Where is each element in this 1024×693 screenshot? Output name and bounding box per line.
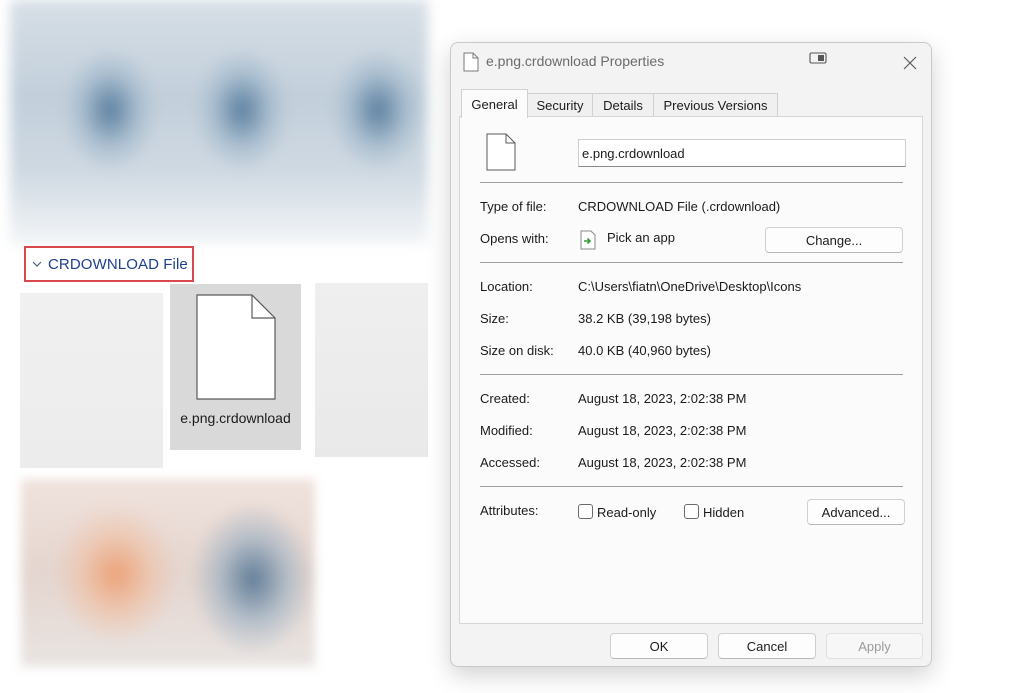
type-of-file-value: CRDOWNLOAD File (.crdownload): [578, 199, 781, 214]
size-on-disk-value: 40.0 KB (40,960 bytes): [578, 343, 711, 358]
change-button[interactable]: Change...: [765, 227, 903, 253]
location-label: Location:: [480, 279, 533, 294]
blurred-thumbnail-bottom[interactable]: [21, 479, 315, 667]
accessed-value: August 18, 2023, 2:02:38 PM: [578, 455, 747, 470]
read-only-checkbox[interactable]: [578, 504, 593, 519]
size-on-disk-label: Size on disk:: [480, 343, 554, 358]
group-header-crdownload[interactable]: CRDOWNLOAD File: [24, 246, 194, 282]
cancel-button[interactable]: Cancel: [718, 633, 816, 659]
divider: [480, 486, 903, 487]
group-header-label: CRDOWNLOAD File: [48, 255, 188, 273]
close-button[interactable]: [893, 49, 927, 77]
hidden-label[interactable]: Hidden: [703, 505, 744, 520]
divider: [480, 374, 903, 375]
tab-previous-versions[interactable]: Previous Versions: [653, 93, 778, 117]
explorer-view: CRDOWNLOAD File e.png.crdownload: [0, 0, 440, 693]
file-tile-selected[interactable]: e.png.crdownload: [170, 284, 301, 450]
accessed-label: Accessed:: [480, 455, 540, 470]
advanced-button[interactable]: Advanced...: [807, 499, 905, 525]
snap-layout-icon[interactable]: [809, 52, 827, 66]
blurred-thumbnail-top: [10, 0, 428, 244]
type-of-file-label: Type of file:: [480, 199, 547, 214]
file-type-icon: [486, 133, 516, 171]
divider: [480, 262, 903, 263]
location-value: C:\Users\fiatn\OneDrive\Desktop\Icons: [578, 279, 802, 294]
file-name-field[interactable]: [578, 139, 906, 167]
tab-details[interactable]: Details: [592, 93, 654, 117]
hidden-checkbox[interactable]: [684, 504, 699, 519]
modified-value: August 18, 2023, 2:02:38 PM: [578, 423, 747, 438]
ok-button[interactable]: OK: [610, 633, 708, 659]
size-label: Size:: [480, 311, 509, 326]
pick-app-icon: [580, 230, 596, 250]
size-value: 38.2 KB (39,198 bytes): [578, 311, 711, 326]
created-value: August 18, 2023, 2:02:38 PM: [578, 391, 747, 406]
close-icon: [903, 56, 917, 70]
dialog-title: e.png.crdownload Properties: [486, 53, 665, 69]
title-bar[interactable]: e.png.crdownload Properties: [451, 43, 931, 83]
apply-button[interactable]: Apply: [826, 633, 923, 659]
tab-general[interactable]: General: [461, 89, 528, 118]
opens-with-label: Opens with:: [480, 231, 549, 246]
file-tile[interactable]: [315, 283, 428, 457]
created-label: Created:: [480, 391, 530, 406]
tab-security[interactable]: Security: [527, 93, 593, 117]
general-tab-panel: Type of file: CRDOWNLOAD File (.crdownlo…: [459, 116, 923, 624]
properties-dialog: e.png.crdownload Properties General Secu…: [450, 42, 932, 667]
read-only-label[interactable]: Read-only: [597, 505, 656, 520]
file-icon: [196, 294, 276, 400]
file-name-label: e.png.crdownload: [180, 410, 291, 426]
attributes-label: Attributes:: [480, 503, 539, 518]
modified-label: Modified:: [480, 423, 533, 438]
chevron-down-icon: [32, 261, 42, 267]
document-icon: [463, 52, 479, 72]
divider: [480, 182, 903, 183]
file-tile[interactable]: [20, 293, 163, 468]
opens-with-value: Pick an app: [607, 230, 675, 245]
